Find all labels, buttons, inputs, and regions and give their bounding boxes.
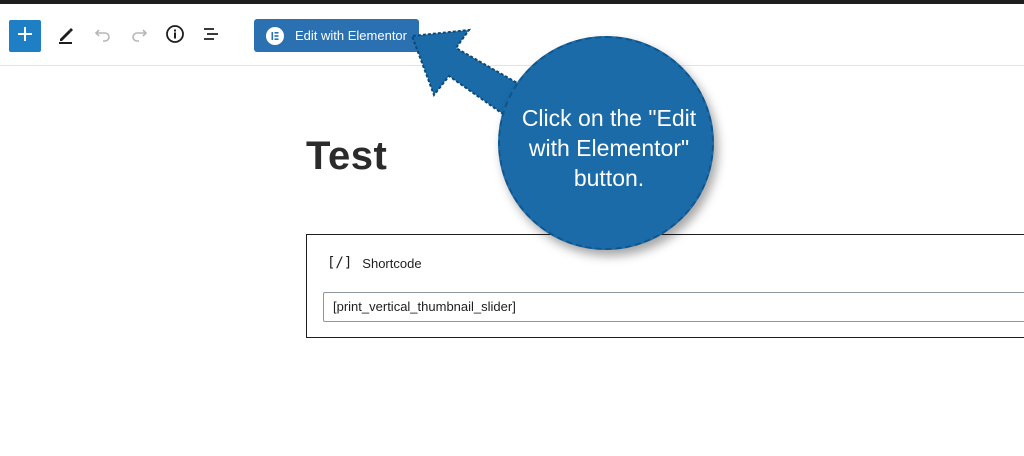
details-button[interactable] bbox=[161, 22, 189, 50]
edit-with-elementor-button[interactable]: Edit with Elementor bbox=[254, 19, 419, 52]
list-view-button[interactable] bbox=[197, 22, 225, 50]
post-title[interactable]: Test bbox=[306, 134, 387, 179]
edit-with-elementor-label: Edit with Elementor bbox=[295, 28, 407, 43]
shortcode-icon: [/] bbox=[327, 255, 353, 271]
undo-button[interactable] bbox=[89, 22, 117, 50]
shortcode-input[interactable]: [print_vertical_thumbnail_slider] bbox=[323, 292, 1024, 322]
undo-icon bbox=[93, 24, 113, 49]
redo-icon bbox=[129, 24, 149, 49]
shortcode-block-label: Shortcode bbox=[362, 255, 422, 271]
list-view-icon bbox=[201, 24, 221, 49]
add-block-button[interactable] bbox=[9, 20, 41, 52]
shortcode-block-header: [/] Shortcode bbox=[327, 255, 422, 271]
tools-button[interactable] bbox=[52, 22, 80, 50]
shortcode-block[interactable]: [/] Shortcode [print_vertical_thumbnail_… bbox=[306, 234, 1024, 338]
editor-toolbar: Edit with Elementor bbox=[0, 4, 1024, 66]
pencil-icon bbox=[56, 24, 76, 49]
redo-button[interactable] bbox=[125, 22, 153, 50]
callout-bubble: Click on the "Edit with Elementor" butto… bbox=[498, 36, 714, 250]
callout-text: Click on the "Edit with Elementor" butto… bbox=[521, 105, 697, 191]
elementor-logo-icon bbox=[266, 26, 284, 45]
plus-icon bbox=[17, 26, 33, 47]
callout-arrow bbox=[410, 28, 528, 128]
info-icon bbox=[165, 24, 185, 49]
